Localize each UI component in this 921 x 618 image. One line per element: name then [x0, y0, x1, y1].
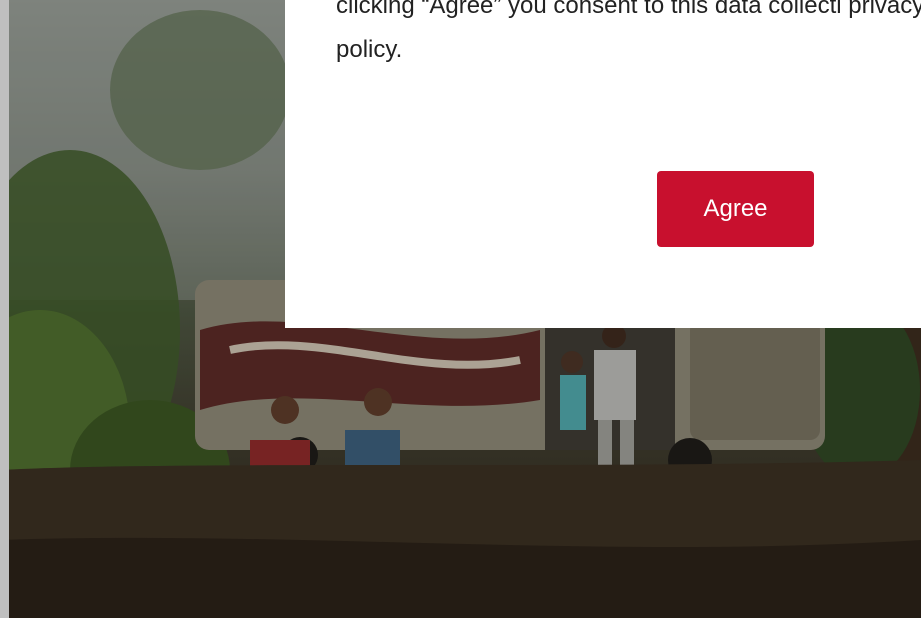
- page-edge-strip: [0, 0, 9, 618]
- consent-message: clicking “Agree” you consent to this dat…: [336, 0, 921, 63]
- agree-button[interactable]: Agree: [657, 171, 814, 247]
- cookie-consent-dialog: clicking “Agree” you consent to this dat…: [285, 0, 921, 328]
